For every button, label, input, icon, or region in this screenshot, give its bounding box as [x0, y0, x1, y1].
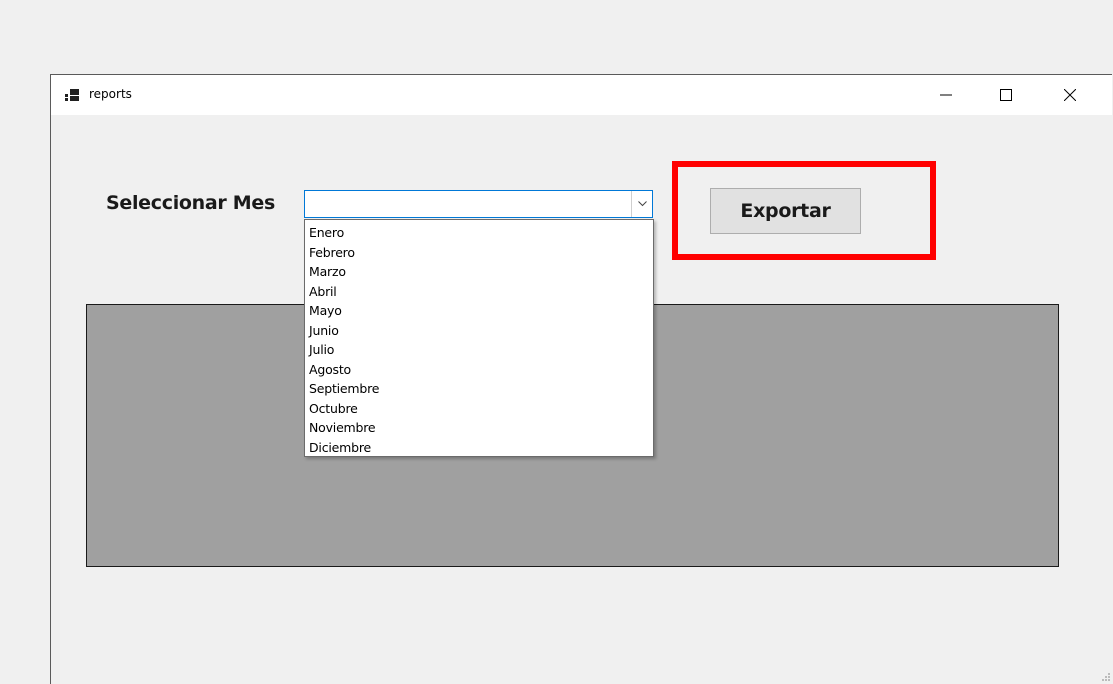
month-option-septiembre[interactable]: Septiembre [305, 379, 653, 399]
window-title: reports [89, 87, 132, 101]
month-option-abril[interactable]: Abril [305, 282, 653, 302]
month-dropdown-list: Enero Febrero Marzo Abril Mayo Junio Jul… [304, 219, 654, 457]
month-option-diciembre[interactable]: Diciembre [305, 438, 653, 458]
close-icon [1064, 89, 1076, 101]
month-option-enero[interactable]: Enero [305, 223, 653, 243]
month-option-julio[interactable]: Julio [305, 340, 653, 360]
export-button[interactable]: Exportar [710, 188, 861, 234]
close-button[interactable] [1047, 75, 1093, 115]
minimize-button[interactable] [923, 75, 969, 115]
combobox-dropdown-button[interactable] [631, 191, 652, 217]
month-combobox[interactable] [304, 190, 653, 218]
month-option-agosto[interactable]: Agosto [305, 360, 653, 380]
month-option-octubre[interactable]: Octubre [305, 399, 653, 419]
app-icon [65, 89, 79, 101]
month-option-febrero[interactable]: Febrero [305, 243, 653, 263]
maximize-icon [1000, 89, 1012, 101]
month-option-mayo[interactable]: Mayo [305, 301, 653, 321]
chevron-down-icon [637, 201, 647, 207]
maximize-button[interactable] [983, 75, 1029, 115]
resize-grip-icon[interactable] [1099, 670, 1111, 682]
month-option-noviembre[interactable]: Noviembre [305, 418, 653, 438]
minimize-icon [940, 94, 952, 96]
title-bar[interactable]: reports [51, 75, 1112, 115]
month-label: Seleccionar Mes [106, 192, 275, 214]
month-option-marzo[interactable]: Marzo [305, 262, 653, 282]
month-option-junio[interactable]: Junio [305, 321, 653, 341]
